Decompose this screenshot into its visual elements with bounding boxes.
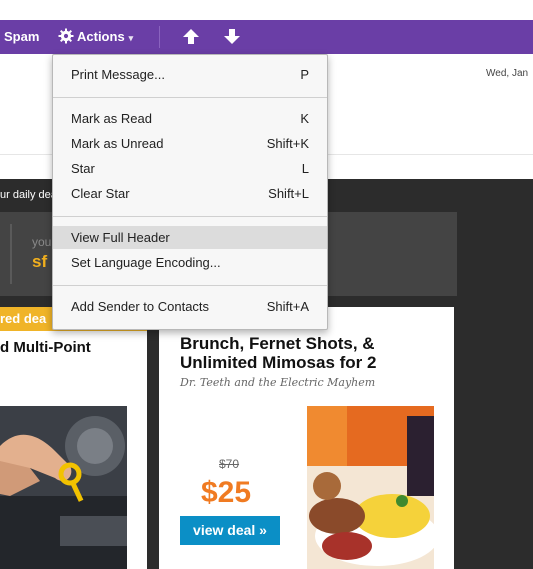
menu-item-label: View Full Header <box>71 230 170 245</box>
your-label: you <box>32 235 52 249</box>
menu-item-add-sender-to-contacts[interactable]: Add Sender to Contacts Shift+A <box>53 295 327 318</box>
arrow-down-icon <box>224 29 240 44</box>
message-date: Wed, Jan <box>486 68 529 79</box>
toolbar: Spam Actions ▾ <box>0 0 533 54</box>
menu-item-label: Print Message... <box>71 67 165 82</box>
spam-button[interactable]: Spam <box>4 20 39 54</box>
menu-item-shortcut: Shift+K <box>266 136 309 151</box>
next-message-button[interactable] <box>224 20 240 54</box>
menu-item-shortcut: K <box>300 111 309 126</box>
menu-separator <box>53 216 327 217</box>
chevron-down-icon: ▾ <box>128 33 134 43</box>
spam-label: Spam <box>4 29 40 44</box>
brunch-photo[interactable] <box>307 406 434 569</box>
menu-item-shortcut: Shift+L <box>268 186 309 201</box>
menu-item-label: Clear Star <box>71 186 130 201</box>
gear-icon <box>58 28 74 44</box>
view-deal-button[interactable]: view deal » <box>180 516 280 545</box>
menu-item-shortcut: L <box>301 161 309 176</box>
menu-separator <box>53 285 327 286</box>
deal-merchant: Dr. Teeth and the Electric Mayhem <box>180 376 376 389</box>
actions-button[interactable]: Actions ▾ <box>58 20 133 54</box>
menu-separator <box>53 97 327 98</box>
menu-item-label: Star <box>71 161 95 176</box>
arrow-up-icon <box>183 29 199 44</box>
menu-item-view-full-header[interactable]: View Full Header <box>53 226 327 249</box>
toolbar-divider <box>159 26 160 48</box>
engine-photo[interactable] <box>0 406 127 569</box>
menu-item-label: Add Sender to Contacts <box>71 299 210 314</box>
featured-deal-title[interactable]: d Multi-Point <box>0 339 91 356</box>
menu-item-shortcut: P <box>300 67 309 82</box>
actions-label: Actions <box>77 29 125 44</box>
menu-item-print-message[interactable]: Print Message... P <box>53 63 327 86</box>
menu-item-shortcut: Shift+A <box>266 299 309 314</box>
menu-item-set-language-encoding[interactable]: Set Language Encoding... <box>53 251 327 274</box>
city-brand: sf <box>32 252 48 271</box>
deal-title[interactable]: Brunch, Fernet Shots, & Unlimited Mimosa… <box>180 334 420 372</box>
menu-item-label: Mark as Unread <box>71 136 164 151</box>
divider-bar <box>10 224 12 284</box>
previous-message-button[interactable] <box>183 20 199 54</box>
menu-item-clear-star[interactable]: Clear Star Shift+L <box>53 182 327 205</box>
deal-price: $25 <box>201 476 252 509</box>
toolbar-bar: Spam Actions ▾ <box>0 20 533 54</box>
menu-item-mark-as-read[interactable]: Mark as Read K <box>53 107 327 130</box>
promo-text: ur daily dea <box>0 189 57 201</box>
original-price: $70 <box>219 457 240 471</box>
menu-item-mark-as-unread[interactable]: Mark as Unread Shift+K <box>53 132 327 155</box>
menu-item-star[interactable]: Star L <box>53 157 327 180</box>
menu-item-label: Mark as Read <box>71 111 152 126</box>
menu-item-label: Set Language Encoding... <box>71 255 221 270</box>
actions-menu: Print Message... P Mark as Read K Mark a… <box>52 54 328 330</box>
